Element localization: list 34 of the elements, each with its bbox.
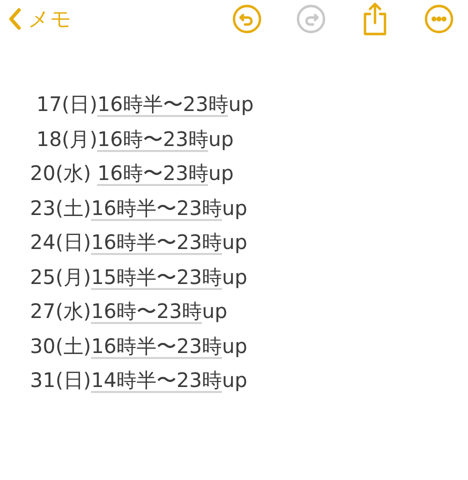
- date-text: 17(日): [35, 91, 98, 118]
- date-text: 30(土): [30, 332, 92, 360]
- note-text: up: [222, 334, 248, 358]
- time-link[interactable]: 16時半〜23時: [91, 334, 222, 358]
- time-link[interactable]: 16時半〜23時: [97, 93, 228, 117]
- date-text: 18(月): [35, 126, 98, 152]
- time-link[interactable]: 14時半〜23時: [91, 369, 222, 393]
- time-link[interactable]: 15時半〜23時: [91, 266, 222, 290]
- more-button[interactable]: [422, 2, 456, 36]
- time-link[interactable]: 16時〜23時: [97, 128, 208, 152]
- undo-icon: [232, 4, 262, 34]
- undo-button[interactable]: [230, 2, 264, 36]
- time-link[interactable]: 16時半〜23時: [91, 231, 222, 255]
- note-text: up: [222, 264, 248, 288]
- date-text: 25(月): [30, 264, 92, 290]
- chevron-left-icon: [8, 7, 22, 31]
- date-text: 31(日): [30, 367, 92, 394]
- note-text: up: [228, 92, 254, 116]
- note-text: up: [222, 368, 248, 392]
- date-text: 20(水): [30, 160, 92, 187]
- date-text: 23(土): [30, 194, 92, 222]
- time-link[interactable]: 16時〜23時: [97, 162, 208, 186]
- time-link[interactable]: 16時〜23時: [91, 300, 202, 324]
- date-text: 24(日): [30, 229, 92, 256]
- redo-icon: [296, 4, 326, 34]
- note-text: up: [208, 126, 234, 150]
- date-text: 27(水): [30, 298, 92, 325]
- more-icon: [424, 4, 454, 34]
- note-text: up: [202, 299, 228, 323]
- share-icon: [361, 2, 389, 36]
- note-text: up: [208, 161, 234, 185]
- time-link[interactable]: 16時半〜23時: [91, 196, 222, 220]
- note-text: up: [222, 196, 248, 220]
- note-text: up: [222, 230, 248, 254]
